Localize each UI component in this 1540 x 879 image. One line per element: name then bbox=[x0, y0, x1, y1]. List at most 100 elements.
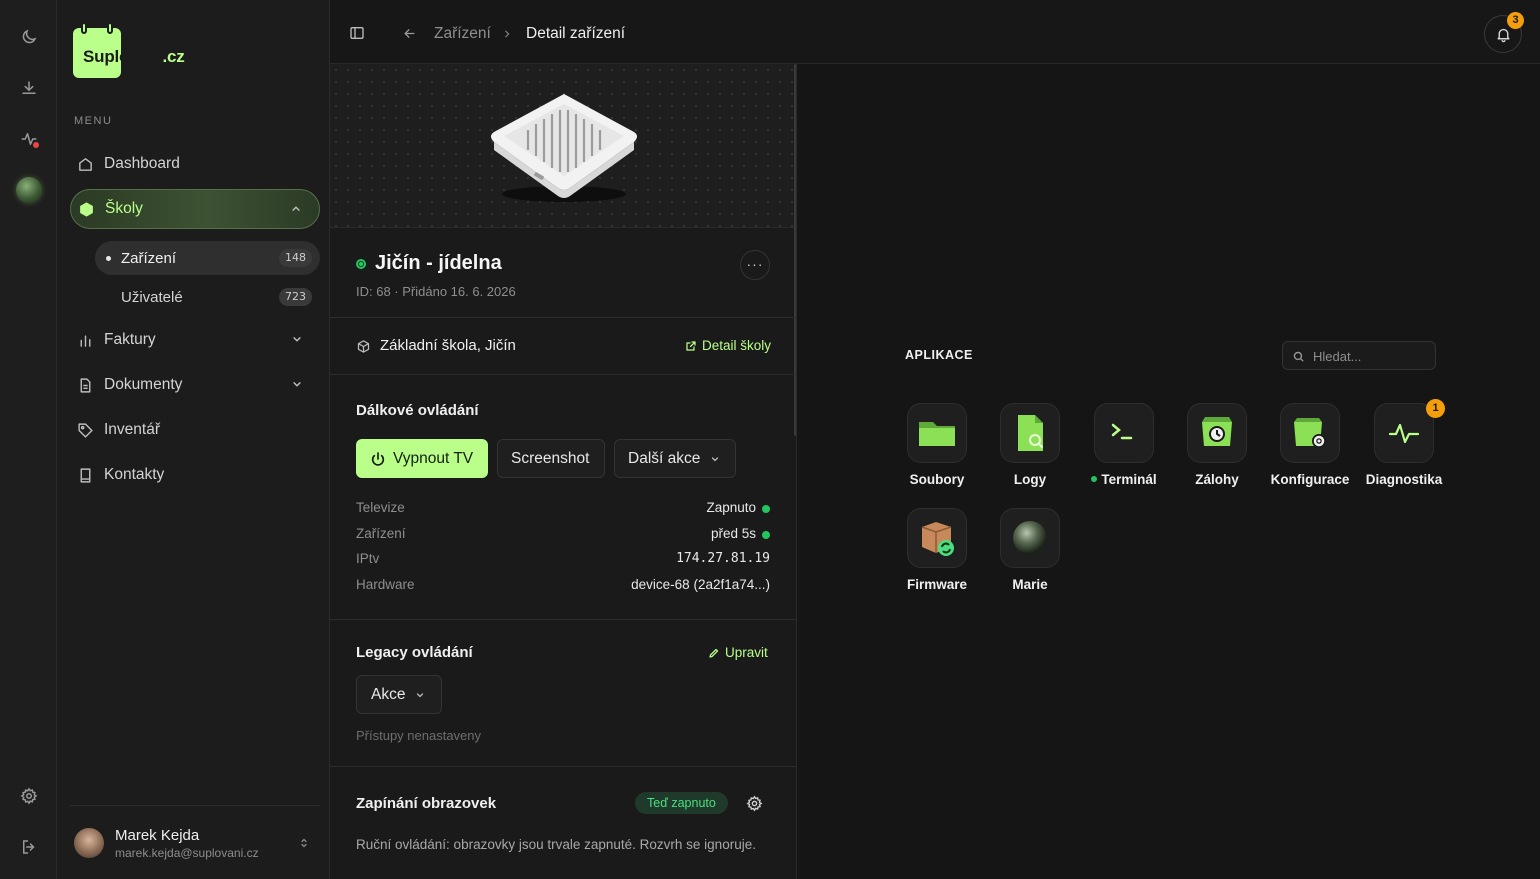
sidebar-item-dashboard[interactable]: Dashboard bbox=[70, 144, 320, 184]
app-soubory[interactable]: Soubory bbox=[892, 403, 982, 499]
sidebar-item-faktury[interactable]: Faktury bbox=[70, 320, 320, 360]
remote-control-title: Dálkové ovládání bbox=[356, 402, 479, 419]
status-value: device-68 (2a2f1a74...) bbox=[631, 577, 770, 592]
status-row-zarizeni: Zařízení před 5s bbox=[356, 526, 770, 544]
power-icon bbox=[371, 451, 385, 466]
icon-rail bbox=[0, 0, 57, 879]
status-row-televize: Televize Zapnuto bbox=[356, 500, 770, 518]
sidebar-item-inventar[interactable]: Inventář bbox=[70, 410, 320, 450]
menu-heading: MENU bbox=[74, 115, 113, 127]
access-note: Přístupy nenastaveny bbox=[356, 728, 482, 743]
status-key: Televize bbox=[356, 500, 405, 515]
marie-orb-icon bbox=[1000, 508, 1060, 568]
chevron-down-icon bbox=[712, 456, 719, 461]
app-label: Soubory bbox=[909, 472, 965, 487]
subitem-label: Zařízení bbox=[121, 249, 177, 267]
sidebar-item-label: Dokumenty bbox=[104, 376, 183, 393]
app-label: Marie bbox=[1012, 577, 1048, 592]
notifications-button[interactable]: 3 bbox=[1484, 12, 1524, 53]
settings-gear-icon[interactable] bbox=[746, 795, 763, 812]
divider bbox=[330, 374, 796, 375]
sidebar-item-skoly[interactable]: Školy bbox=[70, 189, 320, 229]
actions-label: Akce bbox=[371, 685, 406, 703]
sidebar-item-label: Inventář bbox=[104, 421, 161, 438]
school-detail-link[interactable]: Detail školy bbox=[685, 338, 771, 353]
user-menu[interactable]: Marek Kejda marek.kejda@suplovani.cz bbox=[70, 805, 320, 879]
sidebar-item-dokumenty[interactable]: Dokumenty bbox=[70, 365, 320, 405]
gear-icon[interactable] bbox=[11, 778, 46, 813]
app-badge: 1 bbox=[1426, 399, 1445, 418]
user-name: Marek Kejda bbox=[115, 827, 200, 844]
user-email: marek.kejda@suplovani.cz bbox=[115, 846, 259, 860]
contacts-book-icon bbox=[75, 465, 95, 485]
count-badge: 723 bbox=[279, 288, 312, 306]
tag-icon bbox=[75, 420, 95, 440]
edit-link[interactable]: Upravit bbox=[708, 645, 768, 660]
more-actions-button[interactable]: Další akce bbox=[614, 439, 736, 478]
sidebar-item-label: Faktury bbox=[104, 331, 156, 348]
sidebar-toggle-icon[interactable] bbox=[349, 25, 365, 41]
power-off-tv-button[interactable]: Vypnout TV bbox=[356, 439, 488, 478]
legacy-control-title: Legacy ovládání bbox=[356, 644, 473, 661]
apps-panel: APLIKACE Soubory Logy Terminál bbox=[802, 64, 1540, 879]
sidebar-item-label: Kontakty bbox=[104, 466, 165, 483]
moon-icon[interactable] bbox=[11, 19, 46, 54]
app-marie[interactable]: Marie bbox=[985, 508, 1075, 604]
status-key: Hardware bbox=[356, 577, 415, 592]
firmware-package-icon bbox=[907, 508, 967, 568]
online-dot bbox=[1091, 476, 1098, 482]
app-logy[interactable]: Logy bbox=[985, 403, 1075, 499]
school-row: Základní škola, Jičín Detail školy bbox=[356, 337, 771, 357]
orb-avatar[interactable] bbox=[11, 172, 46, 207]
top-bar: Zařízení Detail zařízení 3 bbox=[330, 0, 1540, 64]
status-dot bbox=[762, 531, 770, 539]
apps-search bbox=[1282, 341, 1436, 370]
school-link-label: Detail školy bbox=[701, 338, 771, 353]
more-options-button[interactable]: ··· bbox=[740, 250, 770, 280]
search-input[interactable] bbox=[1313, 346, 1431, 366]
apps-heading: APLIKACE bbox=[905, 348, 973, 362]
screens-description: Ruční ovládání: obrazovky jsou trvale za… bbox=[356, 837, 756, 852]
device-image bbox=[491, 94, 637, 202]
log-file-icon bbox=[1000, 403, 1060, 463]
avatar bbox=[74, 828, 104, 858]
device-detail-panel: Jičín - jídelna ID: 68 · Přidáno 16. 6. … bbox=[330, 64, 797, 879]
more-actions-label: Další akce bbox=[628, 449, 701, 467]
panel-scrollbar[interactable] bbox=[794, 64, 796, 436]
app-konfigurace[interactable]: Konfigurace bbox=[1265, 403, 1355, 499]
screenshot-button[interactable]: Screenshot bbox=[497, 439, 605, 478]
brand-wordmark: Suplování.cz bbox=[83, 47, 185, 66]
app-firmware[interactable]: Firmware bbox=[892, 508, 982, 604]
bar-chart-icon bbox=[75, 330, 95, 350]
app-terminal[interactable]: Terminál bbox=[1079, 403, 1169, 499]
app-zalohy[interactable]: Zálohy bbox=[1172, 403, 1262, 499]
folder-icon bbox=[907, 403, 967, 463]
brand-logo[interactable]: Suplování.cz bbox=[73, 22, 185, 78]
home-icon bbox=[75, 154, 95, 174]
sidebar-item-kontakty[interactable]: Kontakty bbox=[70, 455, 320, 495]
activity-icon[interactable] bbox=[11, 121, 46, 156]
status-value: 174.27.81.19 bbox=[676, 551, 770, 566]
notification-count-badge: 3 bbox=[1507, 12, 1524, 29]
download-icon[interactable] bbox=[11, 70, 46, 105]
sidebar-subitem-uzivatele[interactable]: Uživatelé 723 bbox=[95, 280, 320, 314]
document-icon bbox=[75, 375, 95, 395]
screens-status-badge: Teď zapnuto bbox=[635, 792, 728, 814]
divider bbox=[330, 766, 796, 767]
status-value: Zapnuto bbox=[706, 500, 756, 515]
actions-dropdown-button[interactable]: Akce bbox=[356, 675, 442, 714]
status-row-hardware: Hardware device-68 (2a2f1a74...) bbox=[356, 577, 770, 595]
sidebar: Suplování.cz MENU Dashboard Školy Zaříze… bbox=[57, 0, 330, 879]
terminal-icon bbox=[1094, 403, 1154, 463]
app-label: Zálohy bbox=[1195, 472, 1239, 487]
sidebar-subitem-zarizeni[interactable]: Zařízení 148 bbox=[95, 241, 320, 275]
online-status-indicator bbox=[356, 259, 366, 269]
app-diagnostika[interactable]: 1 Diagnostika bbox=[1359, 399, 1449, 499]
breadcrumb-parent[interactable]: Zařízení bbox=[434, 25, 491, 43]
power-button-label: Vypnout TV bbox=[393, 449, 474, 467]
logout-icon[interactable] bbox=[11, 829, 46, 864]
subitem-label: Uživatelé bbox=[121, 288, 183, 306]
chevron-down-icon bbox=[293, 337, 301, 342]
app-label: Diagnostika bbox=[1365, 472, 1443, 487]
back-arrow-icon[interactable] bbox=[402, 26, 417, 41]
